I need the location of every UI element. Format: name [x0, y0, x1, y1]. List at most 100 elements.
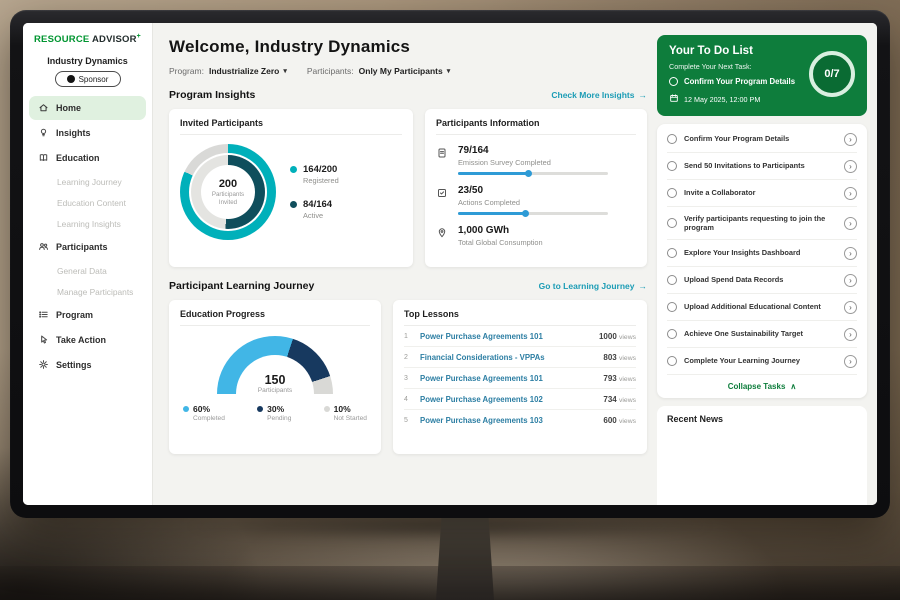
legend-registered: 164/200 Registered	[290, 164, 339, 185]
sidebar-item-learning-insights[interactable]: Learning Insights	[23, 213, 152, 234]
legend-dot	[324, 406, 330, 412]
participants-select[interactable]: Only My Participants ▾	[359, 66, 451, 76]
org-name: Industry Dynamics	[23, 56, 152, 66]
monitor-stand	[436, 512, 494, 600]
task-row[interactable]: Send 50 Invitations to Participants ›	[667, 153, 857, 180]
sidebar-item-insights[interactable]: Insights	[29, 121, 146, 145]
chevron-right-icon[interactable]: ›	[844, 355, 857, 368]
monitor-bezel: RESOURCE ADVISOR+ Industry Dynamics Spon…	[10, 10, 890, 518]
checkbox[interactable]	[667, 161, 677, 171]
lesson-row[interactable]: 3 Power Purchase Agreements 101 793 view…	[404, 368, 636, 389]
chevron-right-icon[interactable]: ›	[844, 187, 857, 200]
checkbox[interactable]	[667, 356, 677, 366]
recent-news-header: Recent News	[657, 406, 867, 505]
gauge-legend: 60% Completed 30% Pending 10% Not Starte…	[180, 404, 370, 422]
learning-cards: Education Progress 150 Participants	[169, 300, 647, 454]
legend-pending: 30% Pending	[257, 404, 291, 422]
lesson-row[interactable]: 1 Power Purchase Agreements 101 1000 vie…	[404, 326, 636, 347]
collapse-tasks-button[interactable]: Collapse Tasks ∧	[667, 375, 857, 398]
education-progress-card: Education Progress 150 Participants	[169, 300, 381, 454]
sidebar-item-home[interactable]: Home	[29, 96, 146, 120]
lesson-row[interactable]: 4 Power Purchase Agreements 102 734 view…	[404, 389, 636, 410]
program-filter: Program: Industrialize Zero ▾	[169, 66, 287, 76]
education-gauge-chart: 150 Participants	[217, 336, 333, 394]
checkbox[interactable]	[667, 248, 677, 258]
legend-dot	[290, 166, 297, 173]
arrow-right-icon: →	[639, 90, 648, 100]
book-icon	[38, 152, 49, 165]
check-more-insights-link[interactable]: Check More Insights →	[551, 90, 647, 100]
task-row[interactable]: Confirm Your Program Details ›	[667, 126, 857, 153]
gear-icon	[38, 359, 49, 372]
legend-dot	[257, 406, 263, 412]
checkbox[interactable]	[667, 329, 677, 339]
sidebar-item-program[interactable]: Program	[29, 303, 146, 327]
chevron-right-icon[interactable]: ›	[844, 301, 857, 314]
sidebar-item-settings[interactable]: Settings	[29, 353, 146, 377]
task-row[interactable]: Achieve One Sustainability Target ›	[667, 321, 857, 348]
task-row[interactable]: Complete Your Learning Journey ›	[667, 348, 857, 375]
dashboard-column: Welcome, Industry Dynamics Program: Indu…	[169, 35, 647, 505]
participants-information-card: Participants Information 79/164 Emission…	[425, 109, 647, 267]
main-content: Welcome, Industry Dynamics Program: Indu…	[153, 23, 877, 505]
task-row[interactable]: Invite a Collaborator ›	[667, 180, 857, 207]
chevron-right-icon[interactable]: ›	[844, 133, 857, 146]
task-row[interactable]: Explore Your Insights Dashboard ›	[667, 240, 857, 267]
sidebar-item-manage-participants[interactable]: Manage Participants	[23, 281, 152, 302]
sidebar-item-education-content[interactable]: Education Content	[23, 192, 152, 213]
calendar-icon	[669, 93, 679, 105]
stat-global-consumption: 1,000 GWh Total Global Consumption	[436, 225, 636, 247]
chevron-right-icon[interactable]: ›	[844, 247, 857, 260]
chevron-right-icon[interactable]: ›	[844, 217, 857, 230]
checkbox[interactable]	[667, 134, 677, 144]
legend-dot	[290, 201, 297, 208]
lesson-row[interactable]: 2 Financial Considerations - VPPAs 803 v…	[404, 347, 636, 368]
checkbox[interactable]	[667, 188, 677, 198]
donut-legend: 164/200 Registered 84/164 Active	[290, 164, 339, 220]
chevron-right-icon[interactable]: ›	[844, 160, 857, 173]
legend-dot	[183, 406, 189, 412]
task-row[interactable]: Verify participants requesting to join t…	[667, 207, 857, 240]
go-to-learning-journey-link[interactable]: Go to Learning Journey →	[539, 281, 647, 291]
sidebar-item-general-data[interactable]: General Data	[23, 260, 152, 281]
checkbox[interactable]	[667, 302, 677, 312]
clipboard-icon	[436, 145, 449, 164]
participants-filter: Participants: Only My Participants ▾	[307, 66, 450, 76]
checkbox[interactable]	[667, 218, 677, 228]
task-row[interactable]: Upload Additional Educational Content ›	[667, 294, 857, 321]
page-title: Welcome, Industry Dynamics	[169, 37, 647, 57]
sidebar-nav: Home Insights Education Learning Journey…	[23, 96, 152, 377]
legend-active: 84/164 Active	[290, 199, 339, 220]
task-row[interactable]: Upload Spend Data Records ›	[667, 267, 857, 294]
program-select[interactable]: Industrialize Zero ▾	[209, 66, 287, 76]
chevron-right-icon[interactable]: ›	[844, 328, 857, 341]
insights-cards: Invited Participants 200 Participants In…	[169, 109, 647, 267]
cursor-icon	[38, 334, 49, 347]
checkbox[interactable]	[667, 275, 677, 285]
invited-donut-chart: 200 Participants Invited	[180, 144, 276, 240]
learning-journey-header: Participant Learning Journey Go to Learn…	[169, 280, 647, 292]
list-icon	[38, 309, 49, 322]
arrow-right-icon: →	[639, 281, 648, 291]
todo-summary-card: Your To Do List Complete Your Next Task:…	[657, 35, 867, 116]
home-icon	[38, 102, 49, 115]
stat-emission-survey: 79/164 Emission Survey Completed	[436, 145, 636, 175]
todo-task-list: Confirm Your Program Details › Send 50 I…	[657, 124, 867, 398]
checkbox[interactable]	[669, 77, 678, 86]
people-icon	[38, 241, 49, 254]
program-insights-header: Program Insights Check More Insights →	[169, 89, 647, 101]
sponsor-badge[interactable]: Sponsor	[55, 71, 121, 87]
stat-actions-completed: 23/50 Actions Completed	[436, 185, 636, 215]
sidebar-item-take-action[interactable]: Take Action	[29, 328, 146, 352]
lesson-row[interactable]: 5 Power Purchase Agreements 103 600 view…	[404, 410, 636, 430]
progress-bar	[458, 172, 608, 175]
sidebar-item-participants[interactable]: Participants	[29, 235, 146, 259]
filters-row: Program: Industrialize Zero ▾ Participan…	[169, 66, 647, 76]
sidebar-item-education[interactable]: Education	[29, 146, 146, 170]
photo-scene: RESOURCE ADVISOR+ Industry Dynamics Spon…	[0, 0, 900, 600]
sidebar-item-learning-journey[interactable]: Learning Journey	[23, 171, 152, 192]
chevron-right-icon[interactable]: ›	[844, 274, 857, 287]
chevron-up-icon: ∧	[790, 382, 796, 391]
dashboard-screen: RESOURCE ADVISOR+ Industry Dynamics Spon…	[23, 23, 877, 505]
top-lessons-card: Top Lessons 1 Power Purchase Agreements …	[393, 300, 647, 454]
